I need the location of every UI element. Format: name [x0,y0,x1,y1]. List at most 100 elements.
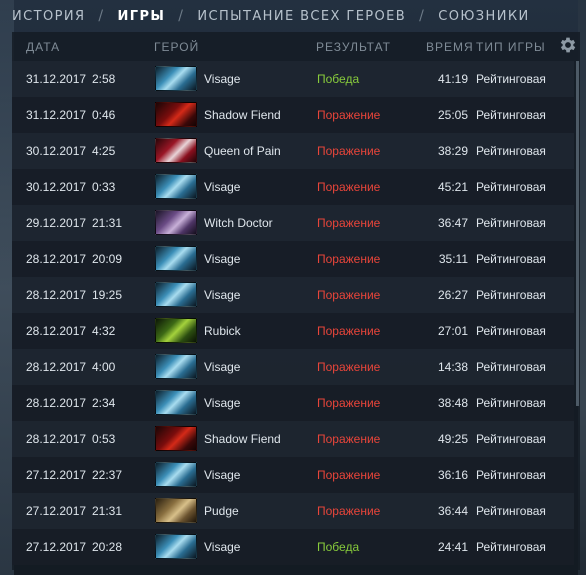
tab-separator: / [178,8,185,24]
column-header-duration[interactable]: ВРЕМЯ [426,40,474,54]
tab-games[interactable]: ИГРЫ [118,9,166,24]
match-result: Поражение [317,396,381,410]
hero-portrait [155,390,197,415]
hero-portrait [155,246,197,271]
hero-name: Visage [204,396,241,410]
hero-portrait [155,534,197,559]
match-date: 28.12.2017 [26,324,87,338]
match-row[interactable]: 27.12.2017 20:28 Visage Победа 24:41 Рейтинго… [12,529,574,565]
match-date: 30.12.2017 [26,180,87,194]
column-header-hero[interactable]: ГЕРОЙ [154,40,199,54]
match-start-time: 2:34 [92,396,116,410]
match-start-time: 4:00 [92,360,116,374]
hero-name: Pudge [204,504,239,518]
match-result: Поражение [317,108,381,122]
game-type: Рейтинговая [476,396,546,410]
hero-name: Visage [204,180,241,194]
game-type: Рейтинговая [476,180,546,194]
column-header-result[interactable]: РЕЗУЛЬТАТ [316,40,391,54]
hero-portrait [155,138,197,163]
match-result: Поражение [317,468,381,482]
match-row[interactable]: 28.12.2017 2:34 Visage Поражение 38:48 Рейтин… [12,385,574,421]
match-start-time: 4:25 [92,144,116,158]
match-row[interactable]: 29.12.2017 21:31 Witch Doctor Поражение 36:4… [12,205,574,241]
hero-name: Visage [204,252,241,266]
tab-history[interactable]: ИСТОРИЯ [12,9,85,24]
game-type: Рейтинговая [476,432,546,446]
tab-separator: / [98,8,105,24]
tab-separator: / [419,8,426,24]
match-duration: 36:16 [437,468,468,482]
match-result: Победа [317,72,360,86]
match-start-time: 2:58 [92,72,116,86]
hero-portrait [155,174,197,199]
hero-portrait [155,66,197,91]
game-type: Рейтинговая [476,468,546,482]
match-row[interactable]: 28.12.2017 4:32 Rubick Поражение 27:01 Рейтин… [12,313,574,349]
hero-name: Visage [204,288,241,302]
scrollbar[interactable] [576,61,579,406]
match-result: Поражение [317,504,381,518]
match-date: 28.12.2017 [26,360,87,374]
hero-name: Shadow Fiend [204,108,281,122]
hero-name: Visage [204,360,241,374]
match-start-time: 19:25 [92,288,123,302]
match-result: Победа [317,540,360,554]
match-row[interactable]: 27.12.2017 22:37 Visage Поражение 36:16 Рейти… [12,457,574,493]
match-date: 30.12.2017 [26,144,87,158]
match-date: 28.12.2017 [26,252,87,266]
match-date: 28.12.2017 [26,288,87,302]
match-result: Поражение [317,144,381,158]
match-duration: 26:27 [437,288,468,302]
match-result: Поражение [317,360,381,374]
match-date: 27.12.2017 [26,540,87,554]
match-start-time: 20:09 [92,252,123,266]
tab-all-hero-challenge[interactable]: ИСПЫТАНИЕ ВСЕХ ГЕРОЕВ [197,9,406,24]
match-row[interactable]: 30.12.2017 0:33 Visage Поражение 45:21 Рейтин… [12,169,574,205]
hero-portrait [155,462,197,487]
column-header-game-type[interactable]: ТИП ИГРЫ [476,40,546,54]
hero-portrait [155,498,197,523]
match-start-time: 0:53 [92,432,116,446]
match-result: Поражение [317,216,381,230]
match-row[interactable]: 28.12.2017 0:53 Shadow Fiend Поражение 49:25… [12,421,574,457]
matches-panel: ДАТА ГЕРОЙ РЕЗУЛЬТАТ ВРЕМЯ ТИП ИГРЫ 31.1… [12,32,580,570]
match-row[interactable]: 28.12.2017 20:09 Visage Поражение 35:11 Рейти… [12,241,574,277]
match-result: Поражение [317,252,381,266]
hero-portrait [155,426,197,451]
match-start-time: 20:28 [92,540,123,554]
game-type: Рейтинговая [476,144,546,158]
game-type: Рейтинговая [476,216,546,230]
match-date: 31.12.2017 [26,108,87,122]
hero-name: Rubick [204,324,241,338]
game-type: Рейтинговая [476,288,546,302]
match-duration: 25:05 [437,108,468,122]
hero-name: Queen of Pain [204,144,281,158]
match-duration: 14:38 [437,360,468,374]
hero-name: Witch Doctor [204,216,273,230]
game-type: Рейтинговая [476,72,546,86]
match-start-time: 21:31 [92,216,123,230]
match-start-time: 22:37 [92,468,123,482]
match-start-time: 0:33 [92,180,116,194]
gear-icon[interactable] [558,35,578,55]
match-row[interactable]: 31.12.2017 0:46 Shadow Fiend Поражение 25:05… [12,97,574,133]
match-row[interactable]: 27.12.2017 21:31 Pudge Поражение 36:44 Рейтин… [12,493,574,529]
column-header-date[interactable]: ДАТА [26,40,60,54]
matches-table-header: ДАТА ГЕРОЙ РЕЗУЛЬТАТ ВРЕМЯ ТИП ИГРЫ [12,32,580,60]
hero-portrait [155,102,197,127]
match-row[interactable]: 31.12.2017 2:58 Visage Победа 41:19 Рейтингов… [12,61,574,97]
match-duration: 45:21 [437,180,468,194]
match-row[interactable]: 28.12.2017 4:00 Visage Поражение 14:38 Рейтин… [12,349,574,385]
hero-portrait [155,354,197,379]
match-duration: 24:41 [437,540,468,554]
match-row[interactable]: 30.12.2017 4:25 Queen of Pain Поражение 38:2… [12,133,574,169]
match-duration: 35:11 [438,252,468,266]
match-date: 27.12.2017 [26,468,87,482]
hero-name: Visage [204,468,241,482]
match-duration: 27:01 [437,324,468,338]
match-row[interactable]: 28.12.2017 19:25 Visage Поражение 26:27 Рейти… [12,277,574,313]
tab-allies[interactable]: СОЮЗНИКИ [438,9,529,24]
match-result: Поражение [317,324,381,338]
hero-portrait [155,318,197,343]
